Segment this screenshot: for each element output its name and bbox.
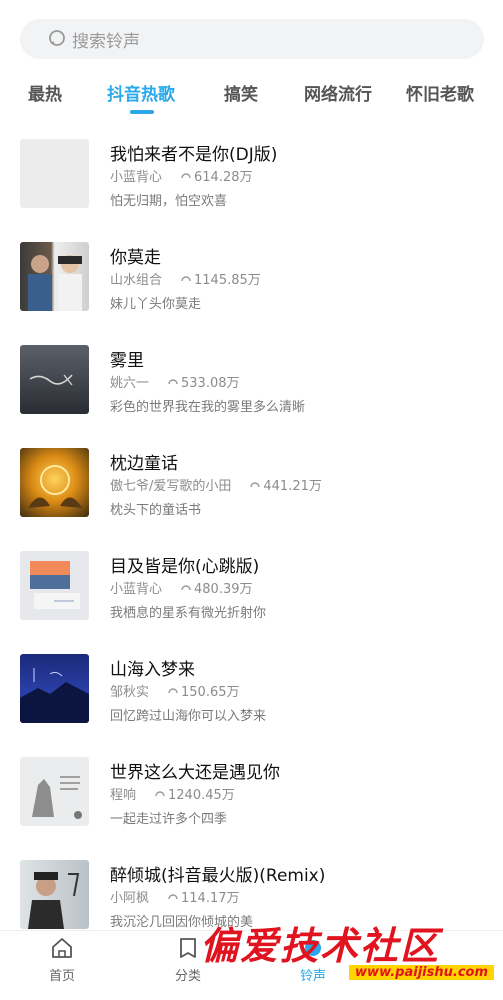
song-description: 一起走过许多个四季 — [110, 812, 228, 827]
play-count: 1145.85万 — [194, 273, 261, 288]
song-artist: 傲七爷/爱写歌的小田 — [110, 479, 232, 494]
play-count: 614.28万 — [194, 170, 253, 185]
play-count: 114.17万 — [181, 891, 240, 906]
plays-icon — [168, 893, 178, 899]
song-meta: 姚六一 533.08万 — [110, 372, 240, 391]
tab-oldies[interactable]: 怀旧老歌 — [406, 80, 474, 105]
song-description: 我栖息的星系有微光折射你 — [110, 606, 267, 621]
search-icon — [49, 30, 65, 46]
list-item[interactable]: 世界这么大还是遇见你 程响 1240.45万 一起走过许多个四季 — [0, 754, 503, 854]
plays-icon — [168, 687, 178, 693]
album-cover — [20, 139, 89, 208]
song-meta: 小蓝背心 480.39万 — [110, 578, 253, 597]
song-meta: 山水组合 1145.85万 — [110, 269, 261, 288]
song-title: 山海入梦来 — [110, 660, 195, 680]
tab-douyin-hits[interactable]: 抖音热歌 — [107, 80, 175, 105]
song-artist: 山水组合 — [110, 273, 163, 288]
song-meta: 小蓝背心 614.28万 — [110, 166, 253, 185]
song-artist: 程响 — [110, 788, 137, 803]
play-count: 480.39万 — [194, 582, 253, 597]
song-meta: 邹秋实 150.65万 — [110, 681, 240, 700]
search-input[interactable]: 搜索铃声 — [20, 19, 484, 59]
list-item[interactable]: 我怕来者不是你(DJ版) 小蓝背心 614.28万 怕无归期，怕空欢喜 — [0, 136, 503, 236]
album-cover — [20, 860, 89, 929]
song-title: 醉倾城(抖音最火版)(Remix) — [110, 866, 326, 886]
song-description: 枕头下的童话书 — [110, 503, 202, 518]
song-artist: 邹秋实 — [110, 685, 150, 700]
watermark: 偏爱技术社区 www.paijishu.com — [200, 915, 500, 995]
album-cover — [20, 551, 89, 620]
tab-funny[interactable]: 搞笑 — [224, 80, 258, 105]
list-item[interactable]: 枕边童话 傲七爷/爱写歌的小田 441.21万 枕头下的童话书 — [0, 445, 503, 545]
nav-home[interactable]: 首页 — [22, 935, 102, 984]
song-title: 雾里 — [110, 351, 144, 371]
plays-icon — [155, 790, 165, 796]
song-artist: 小阿枫 — [110, 891, 150, 906]
album-cover — [20, 448, 89, 517]
watermark-text: 偏爱技术社区 — [200, 923, 441, 968]
plays-icon — [168, 378, 178, 384]
list-item[interactable]: 山海入梦来 邹秋实 150.65万 回忆跨过山海你可以入梦来 — [0, 651, 503, 751]
tab-hot[interactable]: 最热 — [28, 80, 62, 105]
song-meta: 傲七爷/爱写歌的小田 441.21万 — [110, 475, 322, 494]
tab-internet-popular[interactable]: 网络流行 — [304, 80, 372, 105]
search-placeholder: 搜索铃声 — [72, 31, 140, 52]
song-title: 枕边童话 — [110, 454, 178, 474]
song-title: 你莫走 — [110, 248, 161, 268]
album-cover — [20, 242, 89, 311]
play-count: 150.65万 — [181, 685, 240, 700]
song-meta: 小阿枫 114.17万 — [110, 887, 240, 906]
play-count: 1240.45万 — [168, 788, 235, 803]
album-cover — [20, 757, 89, 826]
plays-icon — [181, 275, 191, 281]
play-count: 533.08万 — [181, 376, 240, 391]
song-description: 怕无归期，怕空欢喜 — [110, 194, 228, 209]
list-item[interactable]: 目及皆是你(心跳版) 小蓝背心 480.39万 我栖息的星系有微光折射你 — [0, 548, 503, 648]
home-icon — [52, 938, 72, 958]
plays-icon — [250, 481, 261, 487]
plays-icon — [181, 172, 191, 178]
list-item[interactable]: 雾里 姚六一 533.08万 彩色的世界我在我的雾里多么清晰 — [0, 342, 503, 442]
song-description: 妹儿丫头你莫走 — [110, 297, 202, 312]
album-cover — [20, 345, 89, 414]
watermark-url: www.paijishu.com — [349, 965, 494, 980]
category-tabs: 最热 抖音热歌 搞笑 网络流行 怀旧老歌 — [0, 70, 503, 118]
song-artist: 姚六一 — [110, 376, 150, 391]
category-icon — [180, 938, 196, 958]
song-description: 回忆跨过山海你可以入梦来 — [110, 709, 267, 724]
list-item[interactable]: 你莫走 山水组合 1145.85万 妹儿丫头你莫走 — [0, 239, 503, 339]
song-description: 彩色的世界我在我的雾里多么清晰 — [110, 400, 306, 415]
song-artist: 小蓝背心 — [110, 582, 163, 597]
song-title: 世界这么大还是遇见你 — [110, 763, 280, 783]
song-artist: 小蓝背心 — [110, 170, 163, 185]
song-title: 目及皆是你(心跳版) — [110, 557, 260, 577]
song-title: 我怕来者不是你(DJ版) — [110, 145, 278, 165]
album-cover — [20, 654, 89, 723]
song-meta: 程响 1240.45万 — [110, 784, 235, 803]
plays-icon — [181, 584, 191, 590]
nav-home-label: 首页 — [48, 969, 75, 984]
active-tab-indicator — [130, 110, 154, 114]
play-count: 441.21万 — [263, 479, 322, 494]
